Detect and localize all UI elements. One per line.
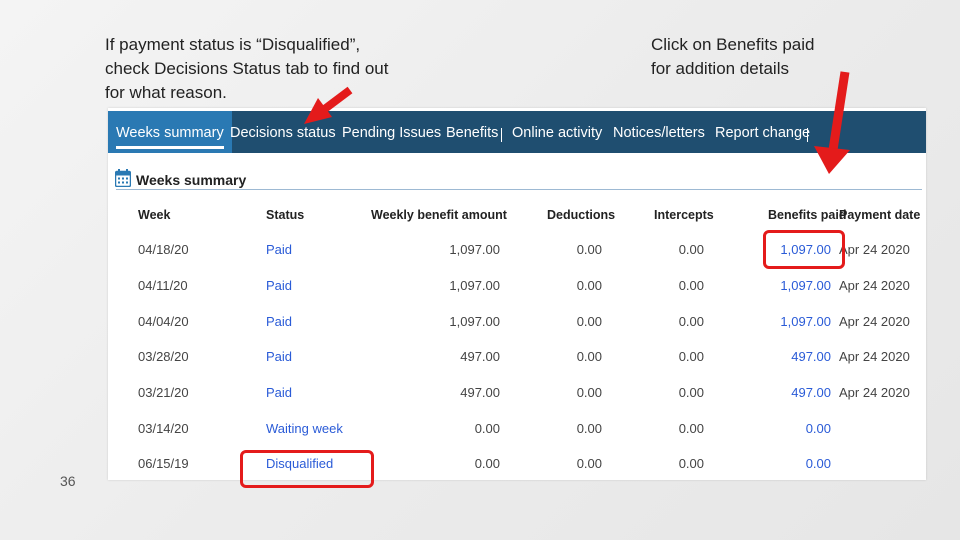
arrow-to-benefits-paid xyxy=(814,71,850,174)
